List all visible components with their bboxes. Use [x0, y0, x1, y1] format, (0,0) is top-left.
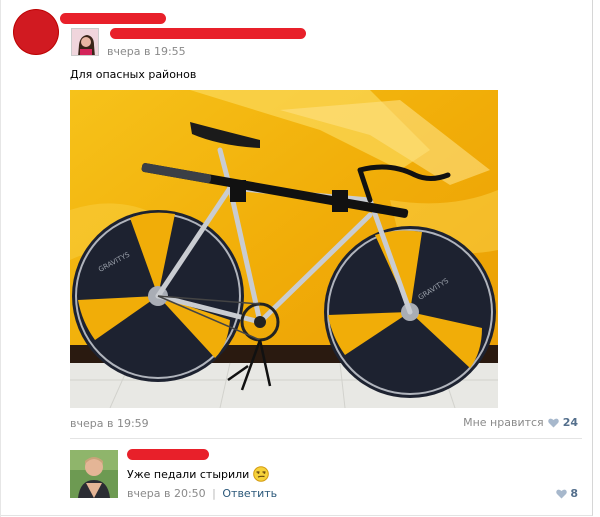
- comments-divider: [70, 438, 582, 439]
- commenter-name-redacted[interactable]: [127, 449, 209, 460]
- author-name-redacted[interactable]: [110, 28, 306, 39]
- meta-separator: |: [212, 487, 216, 500]
- group-avatar-redacted[interactable]: [14, 10, 58, 54]
- commenter-photo: [70, 450, 118, 498]
- comment-text: Уже педали стырили: [127, 467, 250, 481]
- smirk-emoji-icon: [253, 466, 270, 482]
- left-border: [0, 0, 1, 517]
- comment-meta: вчера в 20:50 | Ответить: [127, 487, 277, 500]
- post-text: Для опасных районов: [70, 68, 197, 81]
- post-footer-time[interactable]: вчера в 19:59: [70, 417, 149, 430]
- post-like-button[interactable]: Мне нравится 24: [463, 416, 578, 429]
- comment-body: Уже педали стырили: [127, 466, 270, 482]
- comment-like-count: 8: [570, 487, 578, 500]
- heart-icon: [556, 489, 568, 498]
- group-name-redacted[interactable]: [60, 13, 166, 24]
- like-label: Мне нравится: [463, 416, 544, 429]
- bicycle-photo: GRAVITYS GRAVITYS: [70, 90, 498, 408]
- author-avatar[interactable]: [71, 28, 99, 56]
- commenter-avatar[interactable]: [70, 450, 118, 498]
- comment-like-button[interactable]: 8: [556, 487, 578, 500]
- like-count: 24: [562, 416, 578, 429]
- author-photo: [72, 29, 98, 55]
- comment-time[interactable]: вчера в 20:50: [127, 487, 206, 500]
- reply-link[interactable]: Ответить: [222, 487, 277, 500]
- post-time[interactable]: вчера в 19:55: [107, 45, 186, 58]
- post-photo[interactable]: GRAVITYS GRAVITYS: [70, 90, 498, 408]
- heart-icon: [547, 418, 559, 427]
